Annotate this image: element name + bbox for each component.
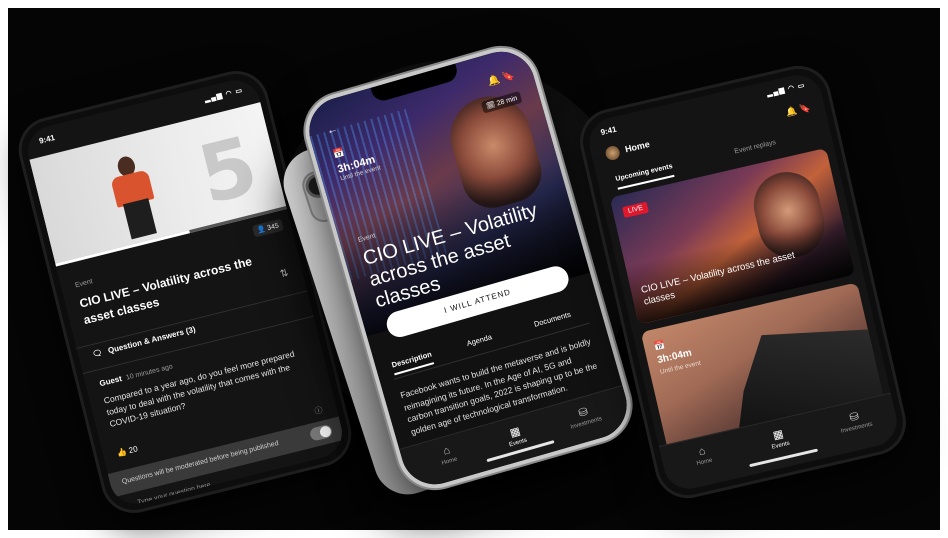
tab-description[interactable]: Description: [390, 349, 435, 376]
nav-investments[interactable]: ⛁ Investments: [557, 399, 611, 433]
tab-documents[interactable]: Documents: [533, 310, 572, 329]
nav-home-label: Home: [696, 457, 714, 467]
question-text: Compared to a year ago, do you feel more…: [102, 348, 296, 429]
event-title: CIO LIVE – Volatility across the asset c…: [78, 254, 254, 328]
sort-icon[interactable]: ⇅: [279, 268, 290, 281]
viewer-count-badge: 👤 345: [251, 218, 284, 238]
status-time: 9:41: [38, 133, 56, 146]
status-time: 9:41: [599, 124, 618, 138]
nav-events-label: Events: [771, 440, 791, 451]
live-badge: LIVE: [622, 201, 650, 219]
promo-canvas: 9:41 ▂▄▆ ◠ ▭ 5 👤 345 Event CIO LIVE – Vo…: [0, 0, 948, 538]
clock-icon: 🗓: [485, 101, 497, 111]
avatar[interactable]: [604, 144, 622, 162]
nav-home[interactable]: ⌂ Home: [676, 440, 729, 471]
page-title: Home: [624, 138, 651, 155]
viewer-count: 345: [266, 222, 280, 233]
signal-icon: ▂▄▆ ◠ ▭: [203, 87, 244, 104]
event-label: Event: [74, 278, 94, 290]
bookmark-icon[interactable]: 🔖: [798, 102, 811, 114]
live-video-player[interactable]: 5: [29, 102, 287, 267]
header-actions: 🔔 🔖: [785, 102, 812, 118]
guest-name: Guest: [98, 374, 123, 389]
notification-bell-icon[interactable]: 🔔: [785, 106, 798, 118]
calendar-icon: 📅: [332, 146, 346, 160]
speaker-figure: [102, 151, 168, 249]
signal-icon: ▂▄▆ ◠ ▭: [766, 82, 807, 98]
user-icon: 👤: [256, 225, 267, 235]
info-icon[interactable]: ⓘ: [313, 404, 324, 417]
moderation-toggle[interactable]: [308, 423, 334, 442]
calendar-icon: 📅: [653, 339, 667, 352]
nav-home[interactable]: ⌂ Home: [421, 438, 475, 471]
like-count: 20: [127, 444, 139, 456]
stage-backdrop-graphic: 5: [189, 118, 267, 223]
nav-events[interactable]: ▦ Events: [752, 423, 805, 455]
nav-investments[interactable]: ⛁ Investments: [828, 405, 881, 437]
tab-event-replays[interactable]: Event replays: [734, 139, 777, 155]
like-button[interactable]: 👍 20: [116, 444, 139, 458]
thumbs-up-icon: 👍: [116, 446, 128, 459]
tab-agenda[interactable]: Agenda: [466, 332, 493, 348]
moderation-note: Questions will be moderated before being…: [121, 439, 280, 486]
chat-icon: 🗨: [91, 347, 104, 360]
